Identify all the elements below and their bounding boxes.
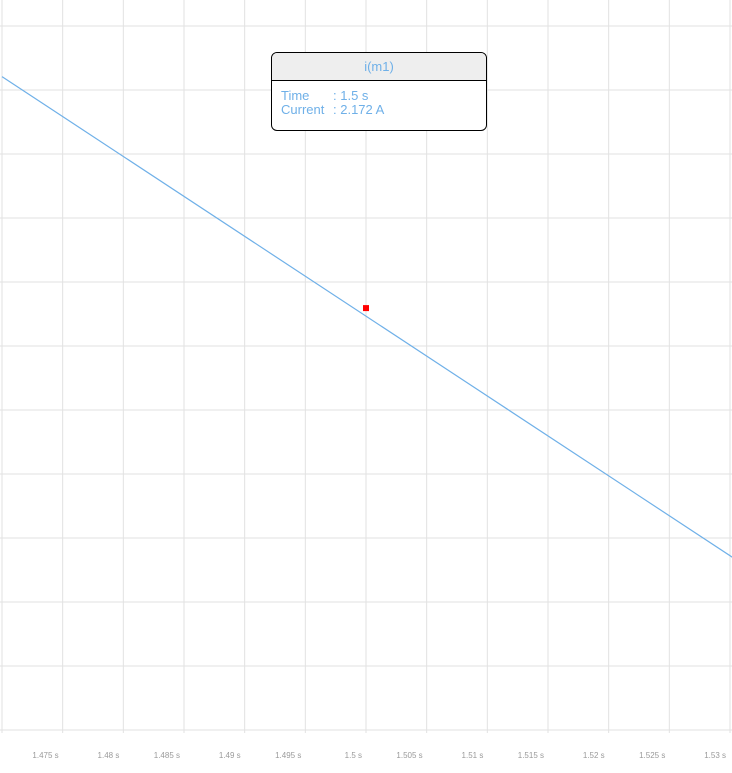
tooltip-time-value: : 1.5 s xyxy=(333,88,369,103)
tooltip-current-label: Current xyxy=(281,102,325,117)
marker-layer xyxy=(363,305,369,312)
tooltip-row-time: Time : 1.5 s xyxy=(281,89,486,103)
tooltip-time-label: Time xyxy=(281,88,310,103)
tooltip-title: i(m1) xyxy=(272,53,486,81)
x-tick-label: 1.475 s xyxy=(32,751,58,760)
series-line xyxy=(1,76,732,558)
x-tick-label: 1.495 s xyxy=(275,751,301,760)
tooltip-row-current: Current : 2.172 A xyxy=(281,103,486,117)
data-tooltip: i(m1) Time : 1.5 s Current : 2.172 A xyxy=(271,52,487,131)
tooltip-body: Time : 1.5 s Current : 2.172 A xyxy=(272,81,486,117)
x-tick-label: 1.485 s xyxy=(154,751,180,760)
x-tick-label: 1.53 s xyxy=(704,751,726,760)
series-layer xyxy=(1,76,732,558)
x-tick-label: 1.49 s xyxy=(219,751,241,760)
tooltip-current-value: : 2.172 A xyxy=(333,102,385,117)
x-tick-label: 1.515 s xyxy=(518,751,544,760)
x-tick-label: 1.48 s xyxy=(98,751,120,760)
x-axis-ticks: 1.47 s1.475 s1.48 s1.485 s1.49 s1.495 s1… xyxy=(32,751,726,760)
x-tick-label: 1.505 s xyxy=(396,751,422,760)
x-tick-label: 1.525 s xyxy=(639,751,665,760)
x-tick-label: 1.52 s xyxy=(583,751,605,760)
x-tick-label: 1.51 s xyxy=(462,751,484,760)
data-point-marker xyxy=(363,305,369,312)
x-tick-label: 1.5 s xyxy=(345,751,362,760)
